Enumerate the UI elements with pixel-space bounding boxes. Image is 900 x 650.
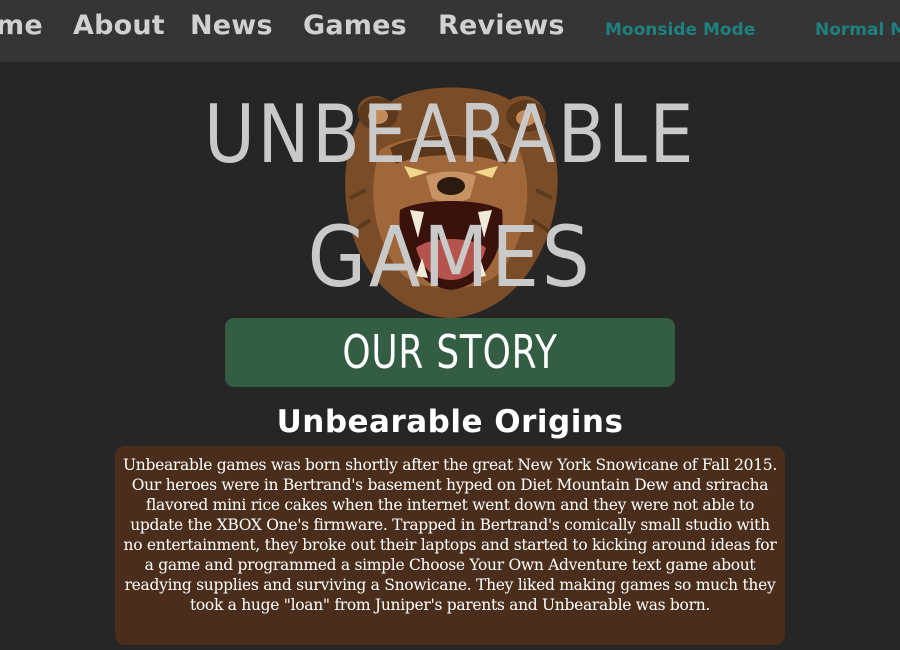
top-navbar: me About News Games Reviews Moonside Mod… — [0, 0, 900, 62]
nav-link-news[interactable]: News — [190, 10, 273, 41]
our-story-banner: OUR STORY — [225, 318, 675, 387]
origin-story-text: Unbearable games was born shortly after … — [123, 456, 777, 614]
site-title-line-2: GAMES — [307, 208, 593, 306]
hero-logo-area: UNBEARABLE GAMES — [0, 62, 900, 318]
nav-link-home[interactable]: me — [0, 10, 43, 41]
site-title-line-1: UNBEARABLE — [203, 88, 697, 181]
moonside-mode-link[interactable]: Moonside Mode — [605, 20, 755, 40]
nav-link-games[interactable]: Games — [303, 10, 407, 41]
section-heading: Unbearable Origins — [276, 404, 624, 440]
our-story-label: OUR STORY — [342, 325, 558, 379]
origin-story-box: Unbearable games was born shortly after … — [115, 446, 785, 645]
nav-link-reviews[interactable]: Reviews — [438, 10, 565, 41]
nav-link-about[interactable]: About — [73, 10, 165, 41]
normal-mode-link[interactable]: Normal M — [815, 20, 900, 40]
